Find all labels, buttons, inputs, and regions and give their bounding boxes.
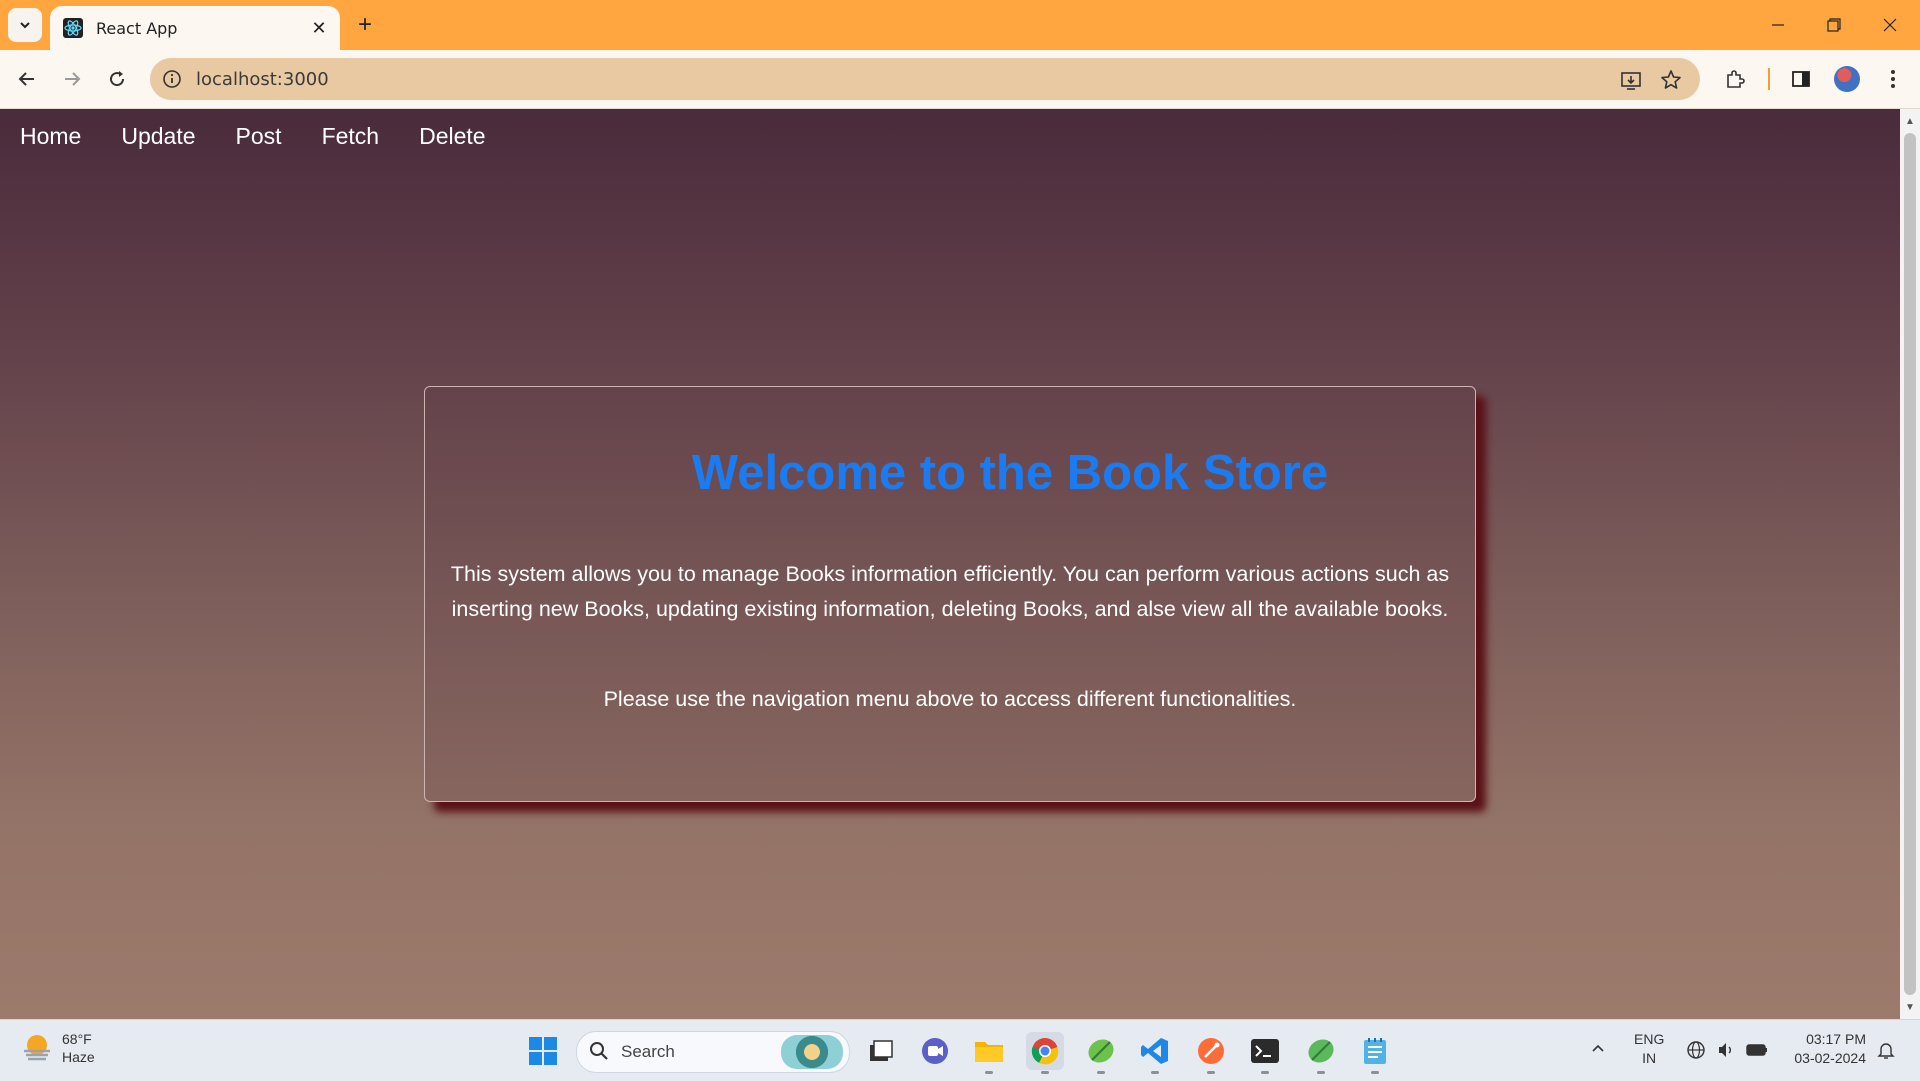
close-window-icon[interactable] <box>1862 0 1918 50</box>
scroll-down-icon[interactable]: ▼ <box>1900 997 1920 1017</box>
browser-tab-strip: React App ✕ + <box>0 0 1920 50</box>
running-indicator <box>1371 1071 1379 1074</box>
nav-update-link[interactable]: Update <box>121 123 195 150</box>
teams-chat-icon[interactable] <box>916 1032 954 1070</box>
notepad-icon[interactable] <box>1356 1032 1394 1074</box>
running-indicator <box>1317 1071 1325 1074</box>
search-highlight-image <box>781 1035 843 1069</box>
chevron-down-icon <box>20 22 30 29</box>
avatar[interactable] <box>1830 62 1864 96</box>
chevron-up-icon[interactable] <box>1590 1040 1606 1061</box>
weather-description: Haze <box>62 1049 95 1065</box>
leaf-app-icon-2[interactable] <box>1302 1032 1340 1074</box>
star-icon[interactable] <box>1658 67 1684 93</box>
restore-icon[interactable] <box>1806 0 1862 50</box>
plus-icon[interactable]: + <box>350 10 380 40</box>
page-title: Welcome to the Book Store <box>691 446 1329 500</box>
haze-sun-icon <box>24 1035 50 1061</box>
scroll-up-icon[interactable]: ▲ <box>1900 111 1920 131</box>
search-icon <box>590 1042 608 1060</box>
clock-date: 03-02-2024 <box>1794 1050 1866 1066</box>
scrollbar-thumb[interactable] <box>1904 133 1916 995</box>
file-explorer-icon[interactable] <box>970 1032 1008 1074</box>
install-app-icon[interactable] <box>1618 67 1644 93</box>
volume-icon[interactable] <box>1716 1040 1736 1065</box>
react-logo-icon <box>62 17 84 39</box>
side-panel-icon[interactable] <box>1784 62 1818 96</box>
tab-search-button[interactable] <box>8 8 42 42</box>
running-indicator <box>1207 1071 1215 1074</box>
running-indicator <box>1097 1071 1105 1074</box>
search-label: Search <box>621 1042 675 1061</box>
globe-network-icon[interactable] <box>1686 1040 1706 1065</box>
info-icon[interactable] <box>160 67 184 91</box>
navigation-hint-text: Please use the navigation menu above to … <box>603 687 1297 711</box>
vscode-icon[interactable] <box>1136 1032 1174 1074</box>
running-indicator <box>1151 1071 1159 1074</box>
weather-widget[interactable]: 68°F Haze <box>20 1030 95 1066</box>
reload-icon[interactable] <box>100 62 134 96</box>
nav-fetch-link[interactable]: Fetch <box>322 123 380 150</box>
clock[interactable]: 03:17 PM 03-02-2024 <box>1786 1030 1866 1068</box>
chrome-icon[interactable] <box>1026 1032 1064 1074</box>
address-bar[interactable]: localhost:3000 <box>150 58 1700 100</box>
tab-title: React App <box>96 18 178 38</box>
toolbar-separator <box>1768 68 1770 90</box>
nav-delete-link[interactable]: Delete <box>419 123 485 150</box>
weather-temperature: 68°F <box>62 1031 92 1047</box>
kebab-menu-icon[interactable] <box>1876 62 1910 96</box>
terminal-icon[interactable] <box>1246 1032 1284 1074</box>
taskbar-search-box[interactable]: Search <box>576 1031 850 1073</box>
arrow-left-icon[interactable] <box>10 62 44 96</box>
windows-start-icon[interactable] <box>524 1032 562 1070</box>
nav-post-link[interactable]: Post <box>236 123 282 150</box>
browser-tab[interactable]: React App ✕ <box>50 6 340 50</box>
task-view-icon[interactable] <box>862 1032 900 1070</box>
notification-bell-icon[interactable] <box>1876 1040 1896 1065</box>
running-indicator <box>985 1071 993 1074</box>
language-primary: ENG <box>1634 1031 1665 1047</box>
battery-icon[interactable] <box>1746 1040 1768 1065</box>
welcome-card: Welcome to the Book Store This system al… <box>424 386 1476 802</box>
clock-time: 03:17 PM <box>1806 1031 1866 1047</box>
language-secondary: IN <box>1642 1050 1657 1066</box>
url-text: localhost:3000 <box>196 69 329 90</box>
description-text: This system allows you to manage Books i… <box>450 562 1450 621</box>
postman-icon[interactable] <box>1192 1032 1230 1074</box>
vertical-scrollbar[interactable]: ▲ ▼ <box>1900 109 1920 1019</box>
language-indicator[interactable]: ENG IN <box>1634 1030 1664 1068</box>
main-navigation: Home Update Post Fetch Delete <box>20 123 526 150</box>
close-icon[interactable]: ✕ <box>308 17 330 39</box>
arrow-right-icon[interactable] <box>55 62 89 96</box>
page-viewport: Home Update Post Fetch Delete Welcome to… <box>0 109 1900 1019</box>
nav-home-link[interactable]: Home <box>20 123 81 150</box>
browser-toolbar: localhost:3000 <box>0 50 1920 109</box>
windows-taskbar: 68°F Haze Search ENG IN 03:17 PM 03-02-2… <box>0 1019 1920 1081</box>
running-indicator <box>1041 1071 1049 1074</box>
running-indicator <box>1261 1071 1269 1074</box>
minimize-icon[interactable] <box>1750 0 1806 50</box>
puzzle-icon[interactable] <box>1718 62 1752 96</box>
leaf-app-icon[interactable] <box>1082 1032 1120 1074</box>
